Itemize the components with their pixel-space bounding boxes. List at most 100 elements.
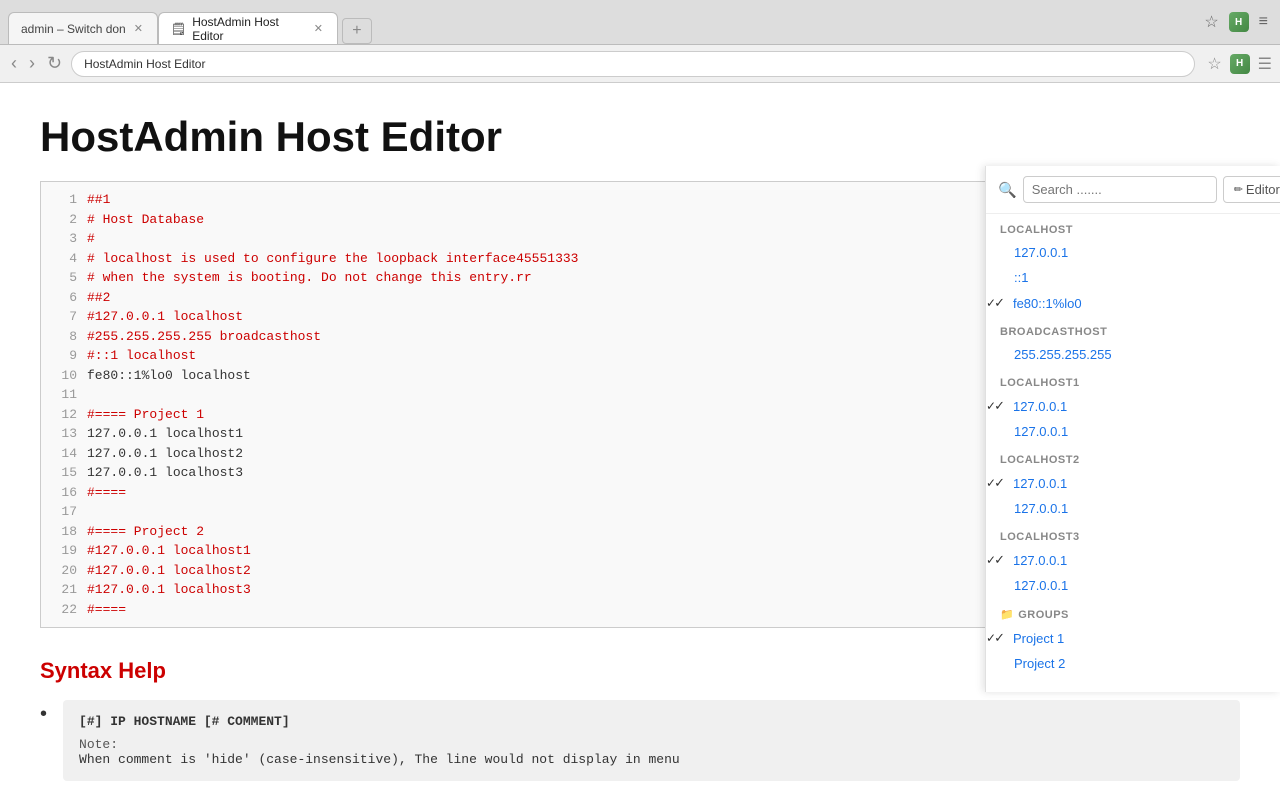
star-icon[interactable]: ☆ bbox=[1207, 54, 1221, 74]
editor-button[interactable]: ✏ Editor bbox=[1223, 176, 1280, 203]
menu-item-text: fe80::1%lo0 bbox=[1013, 296, 1082, 311]
note-text-1: When comment is 'hide' (case-insensitive… bbox=[79, 752, 680, 767]
menu-item-text: 127.0.0.1 bbox=[1014, 245, 1068, 260]
line-number: 5 bbox=[49, 268, 77, 288]
dropdown-panel: 🔍 ✏ Editor LOCALHOST127.0.0.1::1✓ fe80::1… bbox=[985, 166, 1280, 692]
menu-item-text: 127.0.0.1 bbox=[1014, 578, 1068, 593]
menu-item[interactable]: ✓ fe80::1%lo0 bbox=[986, 290, 1280, 316]
menu-item[interactable]: Project 2 bbox=[986, 651, 1280, 676]
tab-1[interactable]: admin – Switch don ✕ bbox=[8, 12, 158, 44]
tab-2-close[interactable]: ✕ bbox=[312, 22, 325, 35]
menu-icon[interactable]: ≡ bbox=[1255, 11, 1272, 33]
new-tab-button[interactable]: + bbox=[342, 18, 372, 44]
section-label: LOCALHOST bbox=[986, 214, 1280, 240]
refresh-button[interactable]: ↻ bbox=[44, 53, 65, 74]
line-number: 17 bbox=[49, 502, 77, 522]
line-content: # localhost is used to configure the loo… bbox=[87, 249, 578, 269]
page-title: HostAdmin Host Editor bbox=[40, 113, 1240, 161]
menu-item[interactable]: 127.0.0.1 bbox=[986, 419, 1280, 444]
menu-item[interactable]: ✓127.0.0.1 bbox=[986, 547, 1280, 573]
search-input[interactable] bbox=[1023, 176, 1217, 203]
pencil-icon: ✏ bbox=[1234, 183, 1243, 196]
menu-item[interactable]: ✓ 127.0.0.1 bbox=[986, 470, 1280, 496]
address-bar[interactable]: HostAdmin Host Editor bbox=[71, 51, 1195, 77]
line-number: 14 bbox=[49, 444, 77, 464]
line-content: #==== Project 2 bbox=[87, 522, 204, 542]
line-content: 127.0.0.1 localhost2 bbox=[87, 444, 243, 464]
menu-item[interactable]: 127.0.0.1 bbox=[986, 240, 1280, 265]
line-content: #127.0.0.1 localhost3 bbox=[87, 580, 251, 600]
address-bar-row: ‹ › ↻ HostAdmin Host Editor ☆ H ☰ bbox=[0, 45, 1280, 83]
menu-item-text: ::1 bbox=[1014, 270, 1028, 285]
menu-item[interactable]: ✓ 127.0.0.1 bbox=[986, 393, 1280, 419]
line-content: fe80::1%lo0 localhost bbox=[87, 366, 251, 386]
ext-icon-2[interactable]: H bbox=[1230, 54, 1250, 74]
forward-button[interactable]: › bbox=[26, 53, 38, 74]
line-content: # when the system is booting. Do not cha… bbox=[87, 268, 532, 288]
browser-chrome: admin – Switch don ✕ 🗒 HostAdmin Host Ed… bbox=[0, 0, 1280, 45]
editor-label: Editor bbox=[1246, 182, 1280, 197]
menu-item[interactable]: 127.0.0.1 bbox=[986, 573, 1280, 598]
line-number: 2 bbox=[49, 210, 77, 230]
line-content: ##1 bbox=[87, 190, 110, 210]
line-content: #127.0.0.1 localhost bbox=[87, 307, 243, 327]
line-number: 15 bbox=[49, 463, 77, 483]
check-mark: ✓ bbox=[994, 630, 1005, 646]
syntax-box-1: [#] IP HOSTNAME [# COMMENT] Note: When c… bbox=[63, 700, 1240, 781]
line-number: 20 bbox=[49, 561, 77, 581]
syntax-note-1: Note: When comment is 'hide' (case-insen… bbox=[79, 737, 1224, 767]
section-label: BROADCASTHOST bbox=[986, 316, 1280, 342]
line-number: 8 bbox=[49, 327, 77, 347]
line-content: # bbox=[87, 229, 95, 249]
line-content: # Host Database bbox=[87, 210, 204, 230]
bookmark-icon[interactable]: ☆ bbox=[1200, 10, 1222, 34]
line-number: 21 bbox=[49, 580, 77, 600]
check-mark: ✓ bbox=[994, 398, 1005, 414]
line-content: #255.255.255.255 broadcasthost bbox=[87, 327, 321, 347]
line-content: ##2 bbox=[87, 288, 110, 308]
note-label-1: Note: bbox=[79, 737, 118, 752]
menu-item-text: Project 1 bbox=[1013, 631, 1064, 646]
menu-item-text: 127.0.0.1 bbox=[1013, 399, 1067, 414]
address-text: HostAdmin Host Editor bbox=[84, 57, 205, 71]
line-number: 3 bbox=[49, 229, 77, 249]
line-number: 7 bbox=[49, 307, 77, 327]
line-content: 127.0.0.1 localhost3 bbox=[87, 463, 243, 483]
menu-item[interactable]: ::1 bbox=[986, 265, 1280, 290]
syntax-item-1: • [#] IP HOSTNAME [# COMMENT] Note: When… bbox=[40, 700, 1240, 781]
check-mark: ✓ bbox=[994, 552, 1005, 568]
tab-1-label: admin – Switch don bbox=[21, 22, 126, 36]
back-button[interactable]: ‹ bbox=[8, 53, 20, 74]
menu-item-text: 127.0.0.1 bbox=[1013, 476, 1067, 491]
line-content: 127.0.0.1 localhost1 bbox=[87, 424, 243, 444]
line-number: 22 bbox=[49, 600, 77, 620]
tab-bar: admin – Switch don ✕ 🗒 HostAdmin Host Ed… bbox=[8, 0, 1192, 44]
tab-favicon: 🗒 bbox=[171, 22, 186, 36]
line-number: 9 bbox=[49, 346, 77, 366]
line-content: #==== bbox=[87, 600, 126, 620]
line-content: #==== Project 1 bbox=[87, 405, 204, 425]
extension-icon[interactable]: H bbox=[1229, 12, 1249, 32]
line-number: 1 bbox=[49, 190, 77, 210]
hamburger-icon[interactable]: ☰ bbox=[1258, 54, 1272, 74]
bullet-1: • bbox=[40, 700, 47, 781]
menu-item[interactable]: 255.255.255.255 bbox=[986, 342, 1280, 367]
check-mark: ✓ bbox=[994, 475, 1005, 491]
tab-1-close[interactable]: ✕ bbox=[132, 22, 145, 35]
line-number: 16 bbox=[49, 483, 77, 503]
dropdown-sections: LOCALHOST127.0.0.1::1✓ fe80::1%lo0BROADCA… bbox=[986, 214, 1280, 676]
line-number: 13 bbox=[49, 424, 77, 444]
toolbar-icons: ☆ H ☰ bbox=[1207, 54, 1272, 74]
menu-item[interactable]: ✓ Project 1 bbox=[986, 625, 1280, 651]
line-content: #127.0.0.1 localhost1 bbox=[87, 541, 251, 561]
line-content: #==== bbox=[87, 483, 126, 503]
search-icon: 🔍 bbox=[998, 181, 1017, 199]
tab-2[interactable]: 🗒 HostAdmin Host Editor ✕ bbox=[158, 12, 338, 44]
search-row: 🔍 ✏ Editor bbox=[986, 166, 1280, 214]
line-number: 10 bbox=[49, 366, 77, 386]
menu-item[interactable]: 127.0.0.1 bbox=[986, 496, 1280, 521]
section-label: LOCALHOST1 bbox=[986, 367, 1280, 393]
folder-icon: 📁 bbox=[1000, 609, 1014, 621]
check-mark: ✓ bbox=[994, 295, 1005, 311]
page-container: HostAdmin Host Editor 1 ##1 2 # Host Databa… bbox=[0, 83, 1280, 800]
